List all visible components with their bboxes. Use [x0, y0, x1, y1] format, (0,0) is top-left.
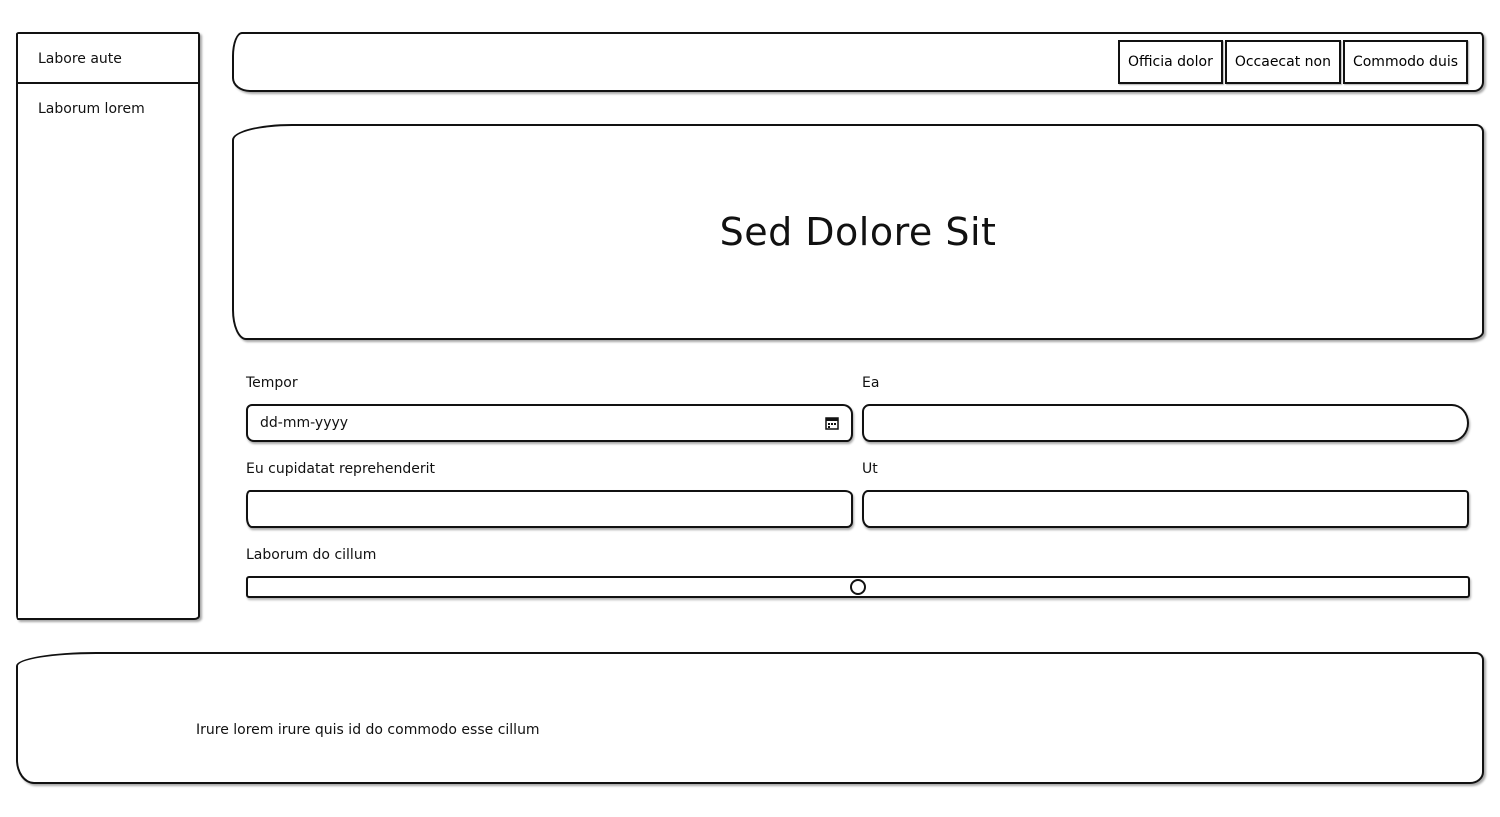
slider-thumb[interactable] [850, 579, 866, 595]
officia-dolor-button[interactable]: Officia dolor [1117, 40, 1223, 84]
occaecat-non-button[interactable]: Occaecat non [1224, 40, 1341, 84]
commodo-duis-button[interactable]: Commodo duis [1342, 40, 1468, 84]
toolbar: Officia dolor Occaecat non Commodo duis [1116, 40, 1468, 84]
laborum-do-cillum-label: Laborum do cillum [246, 547, 377, 563]
footer-text: Irure lorem irure quis id do commodo ess… [196, 722, 540, 738]
ea-label: Ea [862, 375, 880, 391]
hero-panel: Sed Dolore Sit [232, 124, 1484, 340]
tempor-label: Tempor [246, 375, 298, 391]
sidebar-item-label: Laborum lorem [38, 101, 145, 117]
calendar-icon[interactable] [825, 416, 839, 430]
eu-cupidatat-label: Eu cupidatat reprehenderit [246, 461, 435, 477]
top-bar: Officia dolor Occaecat non Commodo duis [232, 32, 1484, 92]
sidebar-item-label: Labore aute [38, 51, 122, 67]
tempor-date-placeholder: dd-mm-yyyy [260, 415, 349, 431]
sidebar-item-labore-aute[interactable]: Labore aute [18, 34, 198, 84]
sidebar: Labore aute Laborum lorem [16, 32, 200, 620]
footer: Irure lorem irure quis id do commodo ess… [16, 652, 1484, 784]
tempor-date-field[interactable]: dd-mm-yyyy [246, 404, 853, 442]
eu-cupidatat-input[interactable] [246, 490, 853, 528]
sidebar-item-laborum-lorem[interactable]: Laborum lorem [18, 84, 198, 134]
laborum-do-cillum-slider[interactable] [246, 576, 1470, 598]
ea-input[interactable] [862, 404, 1469, 442]
ut-label: Ut [862, 461, 878, 477]
ut-input[interactable] [862, 490, 1469, 528]
page-title: Sed Dolore Sit [719, 210, 997, 254]
